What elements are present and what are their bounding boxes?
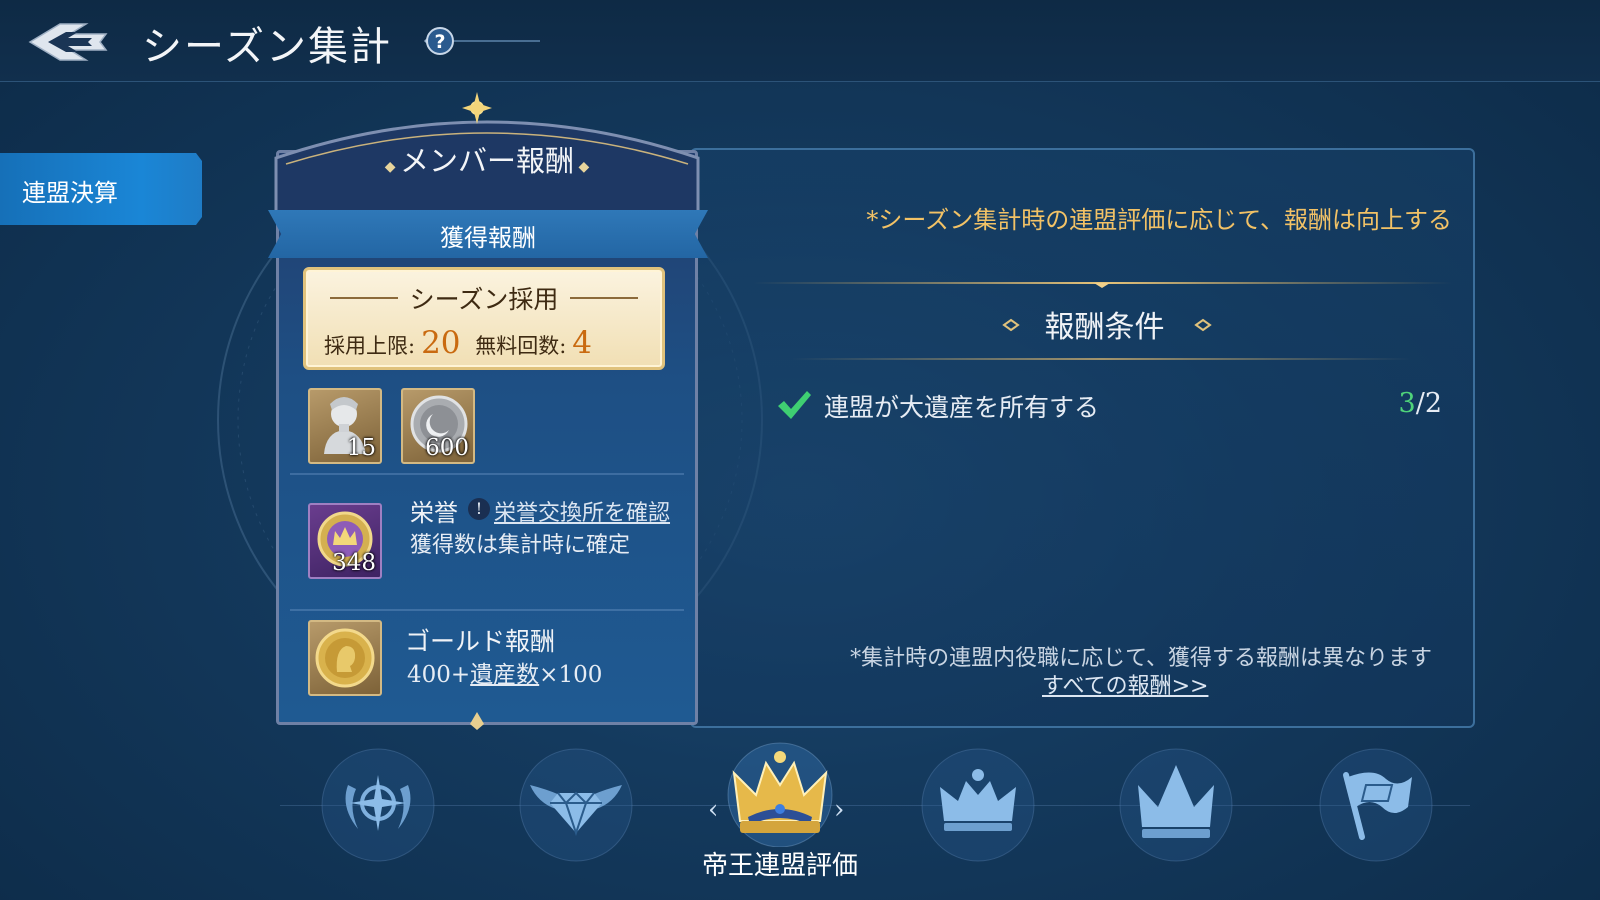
info-exclamation-icon[interactable]: ! [468, 498, 490, 520]
help-button[interactable]: ? [420, 24, 550, 58]
gold-coin-icon [315, 628, 375, 688]
gold-item[interactable] [308, 620, 382, 696]
card-header-diamond-right-icon: ◆ [574, 159, 590, 175]
card-header: ◆ メンバー報酬 ◆ [276, 138, 698, 180]
ribbon-label: 獲得報酬 [440, 224, 536, 252]
season-recruit-title: シーズン採用 [409, 285, 559, 314]
honor-count: 348 [332, 550, 376, 576]
honor-exchange-link[interactable]: 栄誉交換所を確認 [494, 495, 670, 527]
item-count: 15 [346, 435, 376, 461]
gold-reward-formula: 400+遺産数×100 [407, 655, 602, 689]
check-icon [778, 391, 811, 419]
selected-tier-label: 帝王連盟評価 [701, 851, 858, 881]
large-crown-icon [1119, 748, 1233, 862]
conditions-divider [792, 358, 1412, 360]
reward-conditions-panel: *シーズン集計時の連盟評価に応じて、報酬は向上する 報酬条件 連盟が大遺産を所有… [690, 148, 1475, 728]
tier-small-crown[interactable] [918, 745, 1038, 865]
small-crown-icon [921, 748, 1035, 862]
tier-large-crown[interactable] [1116, 745, 1236, 865]
compass-wreath-icon [321, 748, 435, 862]
all-rewards-link[interactable]: すべての報酬>> [1042, 668, 1208, 700]
legacy-count-link[interactable]: 遺産数 [470, 662, 539, 688]
sidebar-tab-alliance-settlement[interactable]: 連盟決算 [0, 153, 202, 225]
sidebar-tab-label: 連盟決算 [22, 179, 118, 207]
free-count-label: 無料回数: [475, 334, 567, 358]
tier-flag[interactable] [1316, 745, 1436, 865]
tier-selector: ‹ › 帝王連盟評価 [0, 742, 1600, 895]
conditions-title: 報酬条件 [1044, 310, 1165, 345]
recruit-limit-value: 20 [421, 325, 461, 361]
tier-connector-line [280, 805, 1470, 806]
item-count: 600 [425, 435, 469, 461]
condition-required: /2 [1415, 388, 1442, 419]
previous-tier-arrow[interactable]: ‹ [708, 795, 718, 825]
card-header-diamond-left-icon: ◆ [384, 159, 400, 175]
season-recruit-stats: 採用上限: 20 無料回数: 4 [324, 325, 600, 361]
card-header-title: メンバー報酬 [399, 144, 574, 178]
tier-emperor-selected[interactable] [718, 737, 842, 857]
condition-progress: 3/2 [1352, 388, 1442, 419]
formula-prefix: 400+ [407, 662, 471, 688]
next-tier-arrow[interactable]: › [834, 795, 844, 825]
svg-text:?: ? [434, 31, 445, 53]
winged-diamond-icon [519, 748, 633, 862]
back-button[interactable] [26, 18, 110, 66]
free-count-value: 4 [572, 325, 593, 361]
condition-text: 連盟が大遺産を所有する [824, 393, 1100, 422]
flag-icon [1319, 748, 1433, 862]
tier-diamond[interactable] [516, 745, 636, 865]
back-arrow-icon [28, 23, 108, 61]
season-recruit-box: シーズン採用 採用上限: 20 無料回数: 4 [303, 267, 665, 370]
honor-item[interactable]: 348 [308, 503, 382, 579]
gold-reward-title: ゴールド報酬 [405, 627, 556, 656]
condition-current: 3 [1398, 388, 1416, 419]
honor-description: 獲得数は集計時に確定 [410, 533, 631, 558]
gold-divider [752, 282, 1452, 288]
gold-crown-icon [727, 742, 833, 848]
row-divider [290, 473, 684, 475]
row-divider [290, 609, 684, 611]
reward-item-bust[interactable]: 15 [308, 388, 382, 464]
recruit-limit-label: 採用上限: [324, 334, 416, 358]
earned-rewards-ribbon: 獲得報酬 [268, 210, 708, 258]
page-title: シーズン集計 [142, 24, 392, 70]
rating-note: *シーズン集計時の連盟評価に応じて、報酬は向上する [866, 206, 1452, 234]
tier-compass[interactable] [318, 745, 438, 865]
question-icon: ? [424, 27, 540, 55]
honor-title: 栄誉 [410, 499, 458, 527]
reward-item-coin[interactable]: 600 [401, 388, 475, 464]
formula-suffix: ×100 [539, 662, 603, 688]
top-bar: シーズン集計 ? [0, 0, 1600, 82]
